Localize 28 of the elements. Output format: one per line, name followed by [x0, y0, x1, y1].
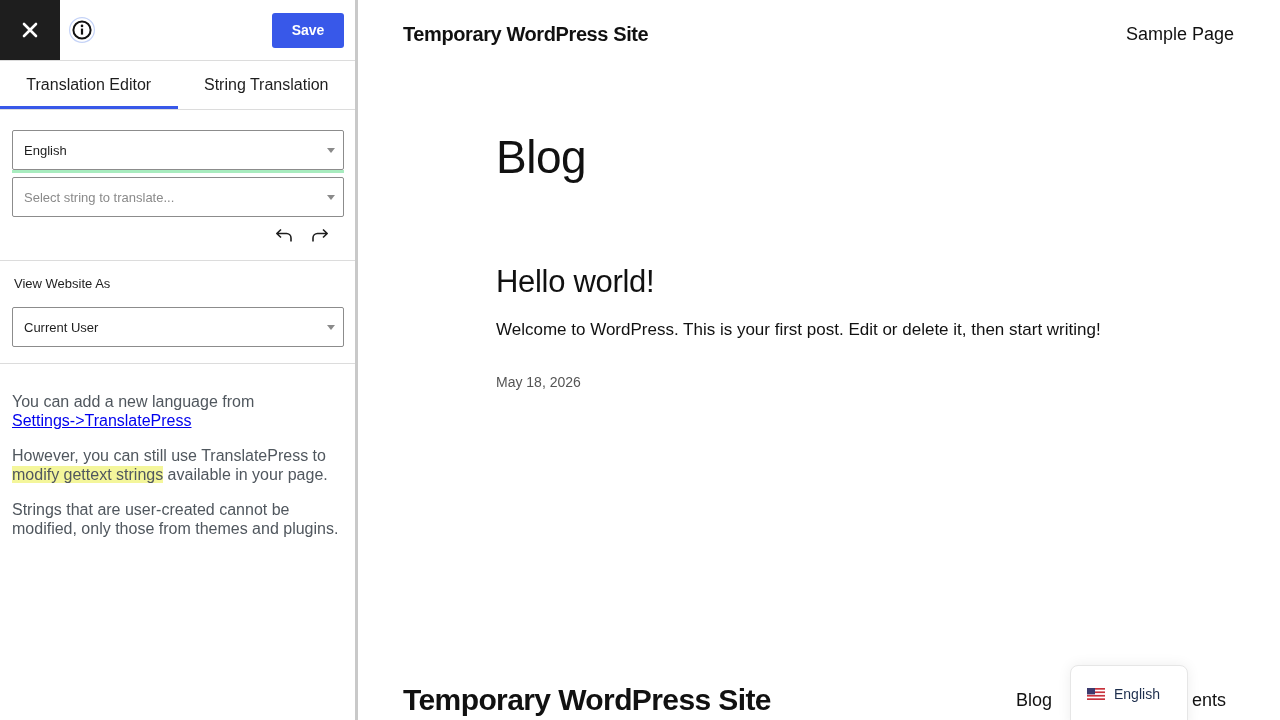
- nav-link[interactable]: Sample Page: [1125, 24, 1234, 44]
- nav-link[interactable]: Blog: [1015, 689, 1052, 711]
- post-excerpt: Welcome to WordPress. This is your first post. Edit or delete it, then start writing!: [496, 319, 1102, 341]
- language-select[interactable]: English: [12, 130, 344, 170]
- site-title-link[interactable]: Temporary WordPress Site: [403, 682, 771, 718]
- flag-icon: [1087, 688, 1105, 700]
- settings-link[interactable]: Settings->TranslatePress: [12, 412, 192, 429]
- close-icon: [22, 22, 38, 38]
- nav-link[interactable]: ents: [1191, 689, 1226, 711]
- field-label: View Website As: [14, 277, 112, 291]
- language-switcher[interactable]: English: [1070, 665, 1188, 720]
- undo-icon[interactable]: [275, 228, 293, 242]
- help-text: However, you can still use TranslatePress to modify gettext strings available in your page.: [12, 446, 329, 484]
- save-button[interactable]: Save: [272, 12, 344, 48]
- caret-icon: [327, 194, 335, 200]
- post-date: May 18, 2026: [496, 373, 582, 391]
- caret-icon: [327, 147, 335, 153]
- redo-icon[interactable]: [311, 228, 329, 242]
- info-icon[interactable]: [69, 17, 95, 43]
- string-select[interactable]: Select string to translate...: [12, 177, 344, 217]
- site-title-link[interactable]: Temporary WordPress Site: [403, 23, 649, 46]
- close-button[interactable]: [0, 0, 60, 60]
- view-as-select[interactable]: Current User: [12, 307, 344, 347]
- caret-icon: [327, 324, 335, 330]
- post-title-link[interactable]: Hello world!: [496, 262, 1280, 302]
- help-text: You can add a new language from Settings->TranslatePress: [12, 392, 256, 430]
- page-title: Blog: [496, 130, 588, 185]
- help-text: Strings that are user-created cannot be modified, only those from themes and plugins.: [12, 500, 340, 538]
